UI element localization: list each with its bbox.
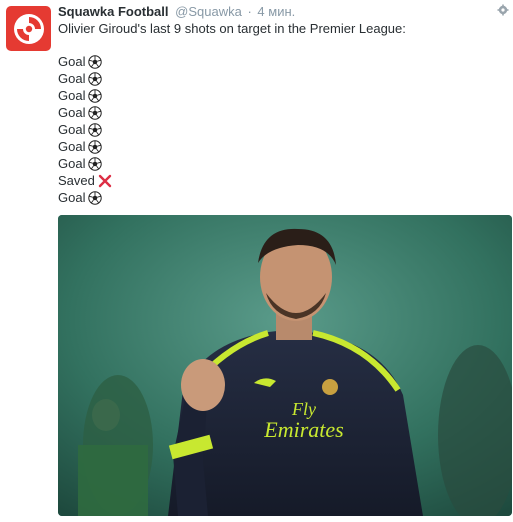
- avatar[interactable]: [6, 6, 51, 51]
- soccer-ball-icon: [88, 54, 103, 69]
- result-label: Goal: [58, 122, 86, 137]
- player-photo: Fly Emirates: [58, 215, 512, 516]
- result-line: Goal: [58, 87, 112, 104]
- result-label: Goal: [58, 71, 86, 86]
- result-line: Goal: [58, 104, 112, 121]
- result-label: Goal: [58, 190, 86, 205]
- result-line: Goal: [58, 121, 112, 138]
- tweet-photo[interactable]: Fly Emirates: [58, 215, 512, 516]
- result-label: Goal: [58, 105, 86, 120]
- soccer-ball-icon: [88, 71, 103, 86]
- author-handle[interactable]: @Squawka: [175, 4, 242, 19]
- soccer-ball-icon: [88, 190, 103, 205]
- result-line: Goal: [58, 138, 112, 155]
- result-line: Goal: [58, 189, 112, 206]
- author-name[interactable]: Squawka Football: [58, 4, 169, 19]
- separator: ·: [247, 4, 252, 19]
- soccer-ball-icon: [88, 122, 103, 137]
- result-line: Goal: [58, 53, 112, 70]
- cross-mark-icon: [98, 174, 112, 187]
- result-label: Goal: [58, 54, 86, 69]
- result-label: Goal: [58, 88, 86, 103]
- jersey-fly-text: Fly: [291, 399, 316, 419]
- result-line: Goal: [58, 155, 112, 172]
- result-label: Saved: [58, 173, 95, 188]
- soccer-ball-icon: [88, 139, 103, 154]
- gear-icon[interactable]: [497, 4, 509, 16]
- result-label: Goal: [58, 156, 86, 171]
- result-list: Goal Goal Goal Goal Goal Goal Goal Saved Goal: [58, 53, 112, 206]
- result-line: Saved: [58, 172, 112, 189]
- jersey-emirates-text: Emirates: [263, 417, 343, 442]
- tweet-header: Squawka Football @Squawka · 4 мин.: [58, 3, 295, 20]
- soccer-ball-icon: [88, 105, 103, 120]
- result-line: Goal: [58, 70, 112, 87]
- tweet-text: Olivier Giroud's last 9 shots on target …: [58, 21, 406, 36]
- result-label: Goal: [58, 139, 86, 154]
- timestamp[interactable]: 4 мин.: [257, 4, 295, 19]
- squawka-logo-icon: [13, 13, 44, 44]
- soccer-ball-icon: [88, 156, 103, 171]
- tweet[interactable]: Squawka Football @Squawka · 4 мин. Olivi…: [0, 0, 513, 522]
- soccer-ball-icon: [88, 88, 103, 103]
